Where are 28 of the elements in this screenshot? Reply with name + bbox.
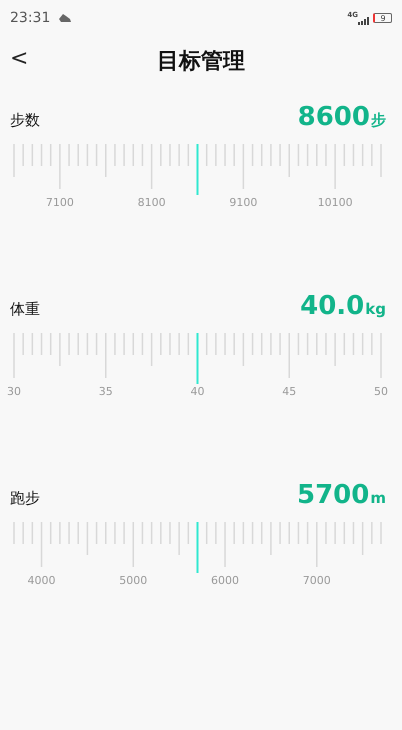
scale-label: 7100 bbox=[46, 196, 74, 209]
scale-label: 10100 bbox=[318, 196, 353, 209]
scale-label: 50 bbox=[374, 385, 388, 398]
goal-label: 步数 bbox=[10, 111, 40, 130]
ruler-scale[interactable] bbox=[13, 144, 382, 189]
scale-label: 30 bbox=[7, 385, 21, 398]
goal-value: 5700m bbox=[296, 480, 386, 510]
ruler-scale[interactable] bbox=[13, 522, 382, 567]
signal-icon bbox=[358, 17, 370, 25]
scale-label: 35 bbox=[98, 385, 113, 398]
scale-label: 45 bbox=[282, 385, 296, 398]
back-button[interactable]: < bbox=[4, 46, 34, 71]
goal-value: 8600步 bbox=[298, 102, 386, 132]
scale-label: 5000 bbox=[119, 574, 148, 587]
scale-label: 4000 bbox=[28, 574, 56, 587]
status-time: 23:31 bbox=[10, 10, 50, 26]
battery-icon: 9 bbox=[373, 13, 392, 23]
shoe-icon bbox=[58, 13, 72, 23]
scale-label: 8100 bbox=[138, 196, 166, 209]
scale-label: 9100 bbox=[229, 196, 258, 209]
scale-label: 7000 bbox=[302, 574, 331, 587]
goal-value: 40.0 kg bbox=[300, 291, 386, 321]
goal-label: 跑步 bbox=[10, 489, 40, 508]
ruler-scale[interactable] bbox=[13, 333, 382, 378]
goal-label: 体重 bbox=[10, 300, 40, 319]
page-title: 目标管理 bbox=[157, 48, 245, 76]
scale-label: 40 bbox=[190, 385, 204, 398]
scale-label: 6000 bbox=[211, 574, 240, 587]
